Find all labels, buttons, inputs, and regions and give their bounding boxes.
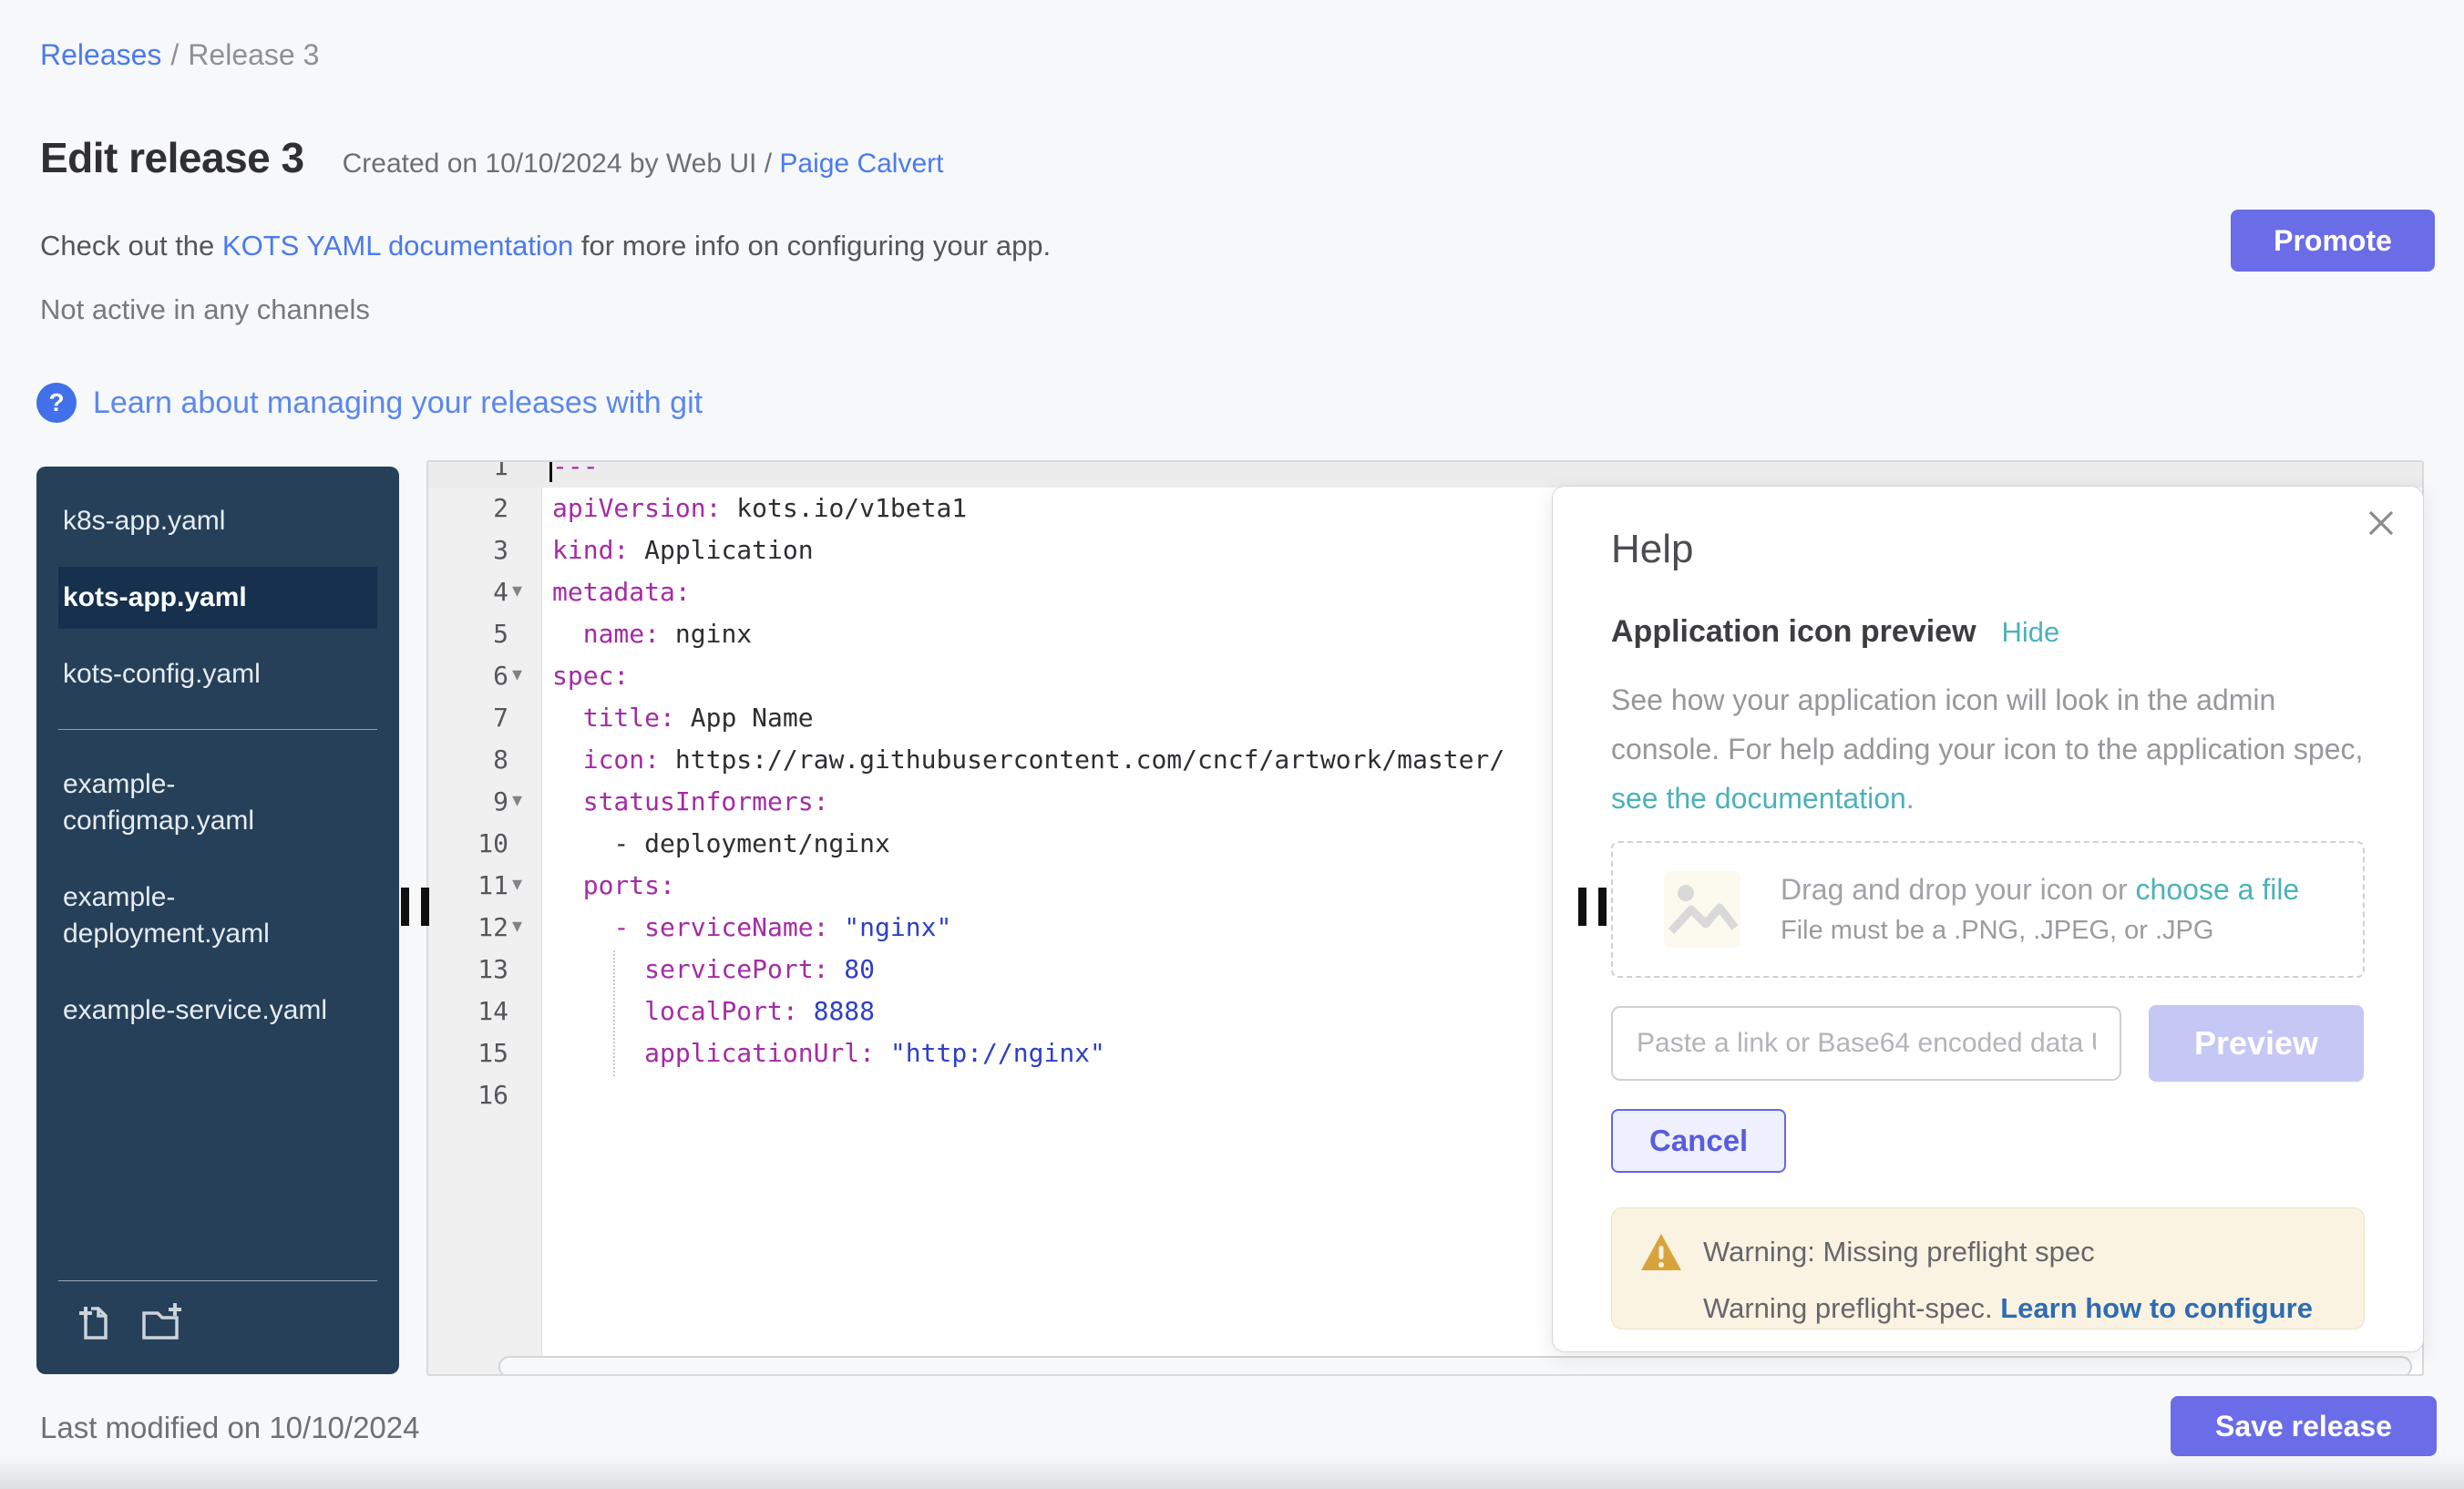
- fold-arrow-icon[interactable]: ▾: [512, 570, 539, 611]
- code-line: 1---: [428, 460, 2422, 488]
- preview-button[interactable]: Preview: [2149, 1005, 2364, 1082]
- sidebar-footer: [36, 1280, 399, 1343]
- help-panel: Help Application icon preview Hide See h…: [1552, 486, 2424, 1352]
- git-help-row: ? Learn about managing your releases wit…: [36, 383, 703, 423]
- fold-arrow-icon[interactable]: ▾: [512, 863, 539, 905]
- fold-arrow-icon[interactable]: ▾: [512, 653, 539, 695]
- kots-yaml-doc-link[interactable]: KOTS YAML documentation: [222, 230, 573, 262]
- doc-line: Check out the KOTS YAML documentation fo…: [40, 230, 1051, 262]
- last-modified-text: Last modified on 10/10/2024: [40, 1411, 419, 1445]
- breadcrumb-releases-link[interactable]: Releases: [40, 38, 161, 71]
- warning-line2: Warning preflight-spec. Learn how to con…: [1639, 1292, 2336, 1325]
- bottom-fade: [0, 1454, 2464, 1489]
- sidebar-file-item[interactable]: example-service.yaml: [58, 980, 377, 1042]
- sidebar-resize-handle[interactable]: [401, 888, 430, 928]
- fold-arrow-icon[interactable]: ▾: [512, 779, 539, 821]
- title-row: Edit release 3 Created on 10/10/2024 by …: [40, 133, 943, 182]
- git-releases-link[interactable]: Learn about managing your releases with …: [93, 385, 703, 421]
- channel-status: Not active in any channels: [40, 293, 370, 326]
- line-number: 11: [428, 865, 508, 907]
- sidebar-actions: [36, 1301, 399, 1343]
- icon-preview-description: See how your application icon will look …: [1611, 675, 2365, 823]
- file-tree-sidebar: k8s-app.yaml kots-app.yaml kots-config.yam…: [36, 467, 399, 1374]
- see-documentation-link[interactable]: see the documentation: [1611, 782, 1906, 815]
- question-mark-icon: ?: [36, 383, 77, 423]
- preflight-warning-box: Warning: Missing preflight spec Warning …: [1611, 1207, 2365, 1330]
- sidebar-file-item[interactable]: example-deployment.yaml: [58, 867, 377, 965]
- warning-line1: Warning: Missing preflight spec: [1703, 1236, 2095, 1268]
- warning-triangle-icon: [1639, 1232, 1683, 1272]
- close-icon[interactable]: [2361, 503, 2401, 543]
- breadcrumb-separator: /: [170, 38, 179, 71]
- line-number: 2: [428, 488, 508, 529]
- help-panel-title: Help: [1611, 527, 2365, 572]
- line-number: 14: [428, 991, 508, 1032]
- line-number: 6: [428, 655, 508, 697]
- created-meta: Created on 10/10/2024 by Web UI / Paige …: [343, 149, 944, 180]
- image-placeholder-icon: [1664, 871, 1740, 948]
- learn-how-to-configure-link[interactable]: Learn how to configure: [2000, 1292, 2313, 1324]
- line-number: 1: [428, 460, 508, 488]
- sidebar-file-item[interactable]: example-configmap.yaml: [58, 754, 377, 852]
- sidebar-file-item[interactable]: kots-app.yaml: [58, 567, 377, 629]
- add-file-icon[interactable]: [73, 1301, 115, 1343]
- file-list: k8s-app.yaml kots-app.yaml kots-config.yam…: [36, 467, 399, 1042]
- line-number: 7: [428, 697, 508, 739]
- indent-guide: [613, 950, 615, 1076]
- icon-preview-section-title: Application icon preview: [1611, 614, 1976, 650]
- created-user-link[interactable]: Paige Calvert: [779, 149, 943, 179]
- file-list-divider: [58, 729, 377, 730]
- line-number: 10: [428, 823, 508, 865]
- save-release-button[interactable]: Save release: [2171, 1396, 2437, 1456]
- sidebar-file-item[interactable]: k8s-app.yaml: [58, 490, 377, 552]
- icon-dropzone[interactable]: Drag and drop your icon or choose a file…: [1611, 841, 2365, 978]
- hide-link[interactable]: Hide: [2002, 616, 2060, 649]
- line-number: 8: [428, 739, 508, 781]
- line-number: 4: [428, 571, 508, 613]
- dropzone-text: Drag and drop your icon or choose a file…: [1781, 873, 2299, 946]
- icon-url-input[interactable]: [1611, 1006, 2121, 1081]
- breadcrumb-current: Release 3: [188, 38, 319, 71]
- line-number: 13: [428, 949, 508, 991]
- editor-horizontal-scrollbar[interactable]: [498, 1356, 2412, 1376]
- line-number: 3: [428, 529, 508, 571]
- line-number: 12: [428, 907, 508, 949]
- add-folder-icon[interactable]: [139, 1301, 186, 1343]
- sidebar-file-item[interactable]: kots-config.yaml: [58, 643, 377, 705]
- line-number: 5: [428, 613, 508, 655]
- page-title: Edit release 3: [40, 133, 304, 182]
- line-number: 16: [428, 1074, 508, 1116]
- cancel-button[interactable]: Cancel: [1611, 1109, 1786, 1173]
- choose-file-link[interactable]: choose a file: [2136, 873, 2300, 906]
- line-number: 9: [428, 781, 508, 823]
- line-number: 15: [428, 1032, 508, 1074]
- text-cursor: [549, 460, 552, 482]
- fold-arrow-icon[interactable]: ▾: [512, 905, 539, 947]
- breadcrumb: Releases / Release 3: [40, 38, 319, 72]
- promote-button[interactable]: Promote: [2231, 210, 2435, 272]
- help-panel-resize-handle[interactable]: [1578, 888, 1607, 928]
- sidebar-footer-divider: [58, 1280, 377, 1281]
- release-editor-page: Releases / Release 3 Edit release 3 Create…: [0, 0, 2464, 1489]
